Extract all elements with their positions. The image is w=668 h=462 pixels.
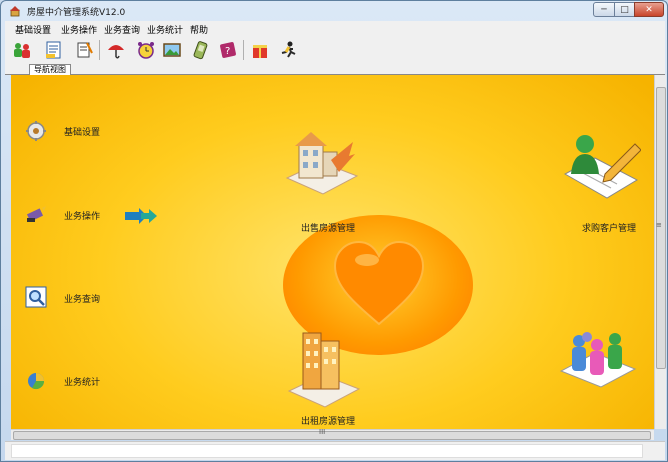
close-button[interactable]: ✕ [634,2,664,17]
status-field [11,444,643,458]
horizontal-scrollbar[interactable]: III [11,428,654,440]
horizontal-grip: III [319,428,326,436]
navigation-view: 基础设置 业务操作 业务查询 业务统计 出售房源管理 求购客户管理 出租房源管理 [11,75,654,429]
run-icon[interactable] [277,39,299,61]
tenant-group-icon[interactable] [557,327,639,389]
arrow-right-icon [125,208,157,224]
maximize-button[interactable]: □ [614,2,635,17]
buy-customer-management-label[interactable]: 求购客户管理 [582,221,636,234]
window-title: 房屋中介管理系统V12.0 [27,8,126,18]
pda-icon[interactable] [189,39,211,61]
nav-business-query[interactable] [25,286,47,308]
nav-business-ops[interactable] [25,203,47,225]
rent-management-label[interactable]: 出租房源管理 [301,414,355,427]
horizontal-scroll-thumb[interactable] [13,431,651,440]
tab-nav-view[interactable]: 导航视图 [29,64,71,75]
notes-icon[interactable] [73,39,95,61]
sale-management-label[interactable]: 出售房源管理 [301,221,355,234]
status-bar [5,441,665,460]
title-bar: 房屋中介管理系统V12.0 ─ □ ✕ [1,1,667,21]
tab-strip: 导航视图 [5,64,665,75]
buy-customer-icon[interactable] [561,130,642,202]
document-icon[interactable] [43,39,65,61]
toolbar: ? [5,36,665,65]
minimize-button[interactable]: ─ [593,2,615,17]
people-icon[interactable] [11,39,33,61]
help-book-icon[interactable]: ? [217,39,239,61]
sale-house-icon[interactable] [283,130,359,196]
svg-text:?: ? [225,46,230,57]
menu-business-stats[interactable]: 业务统计 [147,23,183,36]
umbrella-icon[interactable] [105,39,127,61]
toolbar-separator [243,40,244,60]
menu-basic-settings[interactable]: 基础设置 [15,23,51,36]
vertical-grip: ≡ [656,221,662,229]
nav-label-business-ops[interactable]: 业务操作 [64,209,100,222]
nav-label-business-stats[interactable]: 业务统计 [64,375,100,388]
menu-business-query[interactable]: 业务查询 [104,23,140,36]
picture-icon[interactable] [161,39,183,61]
gift-icon[interactable] [249,39,271,61]
nav-business-stats[interactable] [25,369,47,391]
rent-building-icon[interactable] [285,323,361,409]
pen-icon [26,206,46,222]
nav-label-basic-settings[interactable]: 基础设置 [64,125,100,138]
gear-icon [26,121,46,141]
main-window: 房屋中介管理系统V12.0 ─ □ ✕ 基础设置 业务操作 业务查询 业务统计 … [0,0,668,462]
pie-chart-icon [28,373,45,390]
menu-business-ops[interactable]: 业务操作 [61,23,97,36]
alarm-clock-icon[interactable] [135,39,157,61]
magnifier-icon [25,286,47,308]
toolbar-separator [99,40,100,60]
menu-help[interactable]: 帮助 [190,23,208,36]
vertical-scrollbar[interactable]: ≡ [654,75,666,429]
app-house-icon [10,6,20,17]
heart-icon [333,240,425,326]
nav-label-business-query[interactable]: 业务查询 [64,292,100,305]
nav-basic-settings[interactable] [25,120,47,142]
menu-bar: 基础设置 业务操作 业务查询 业务统计 帮助 [5,21,665,36]
